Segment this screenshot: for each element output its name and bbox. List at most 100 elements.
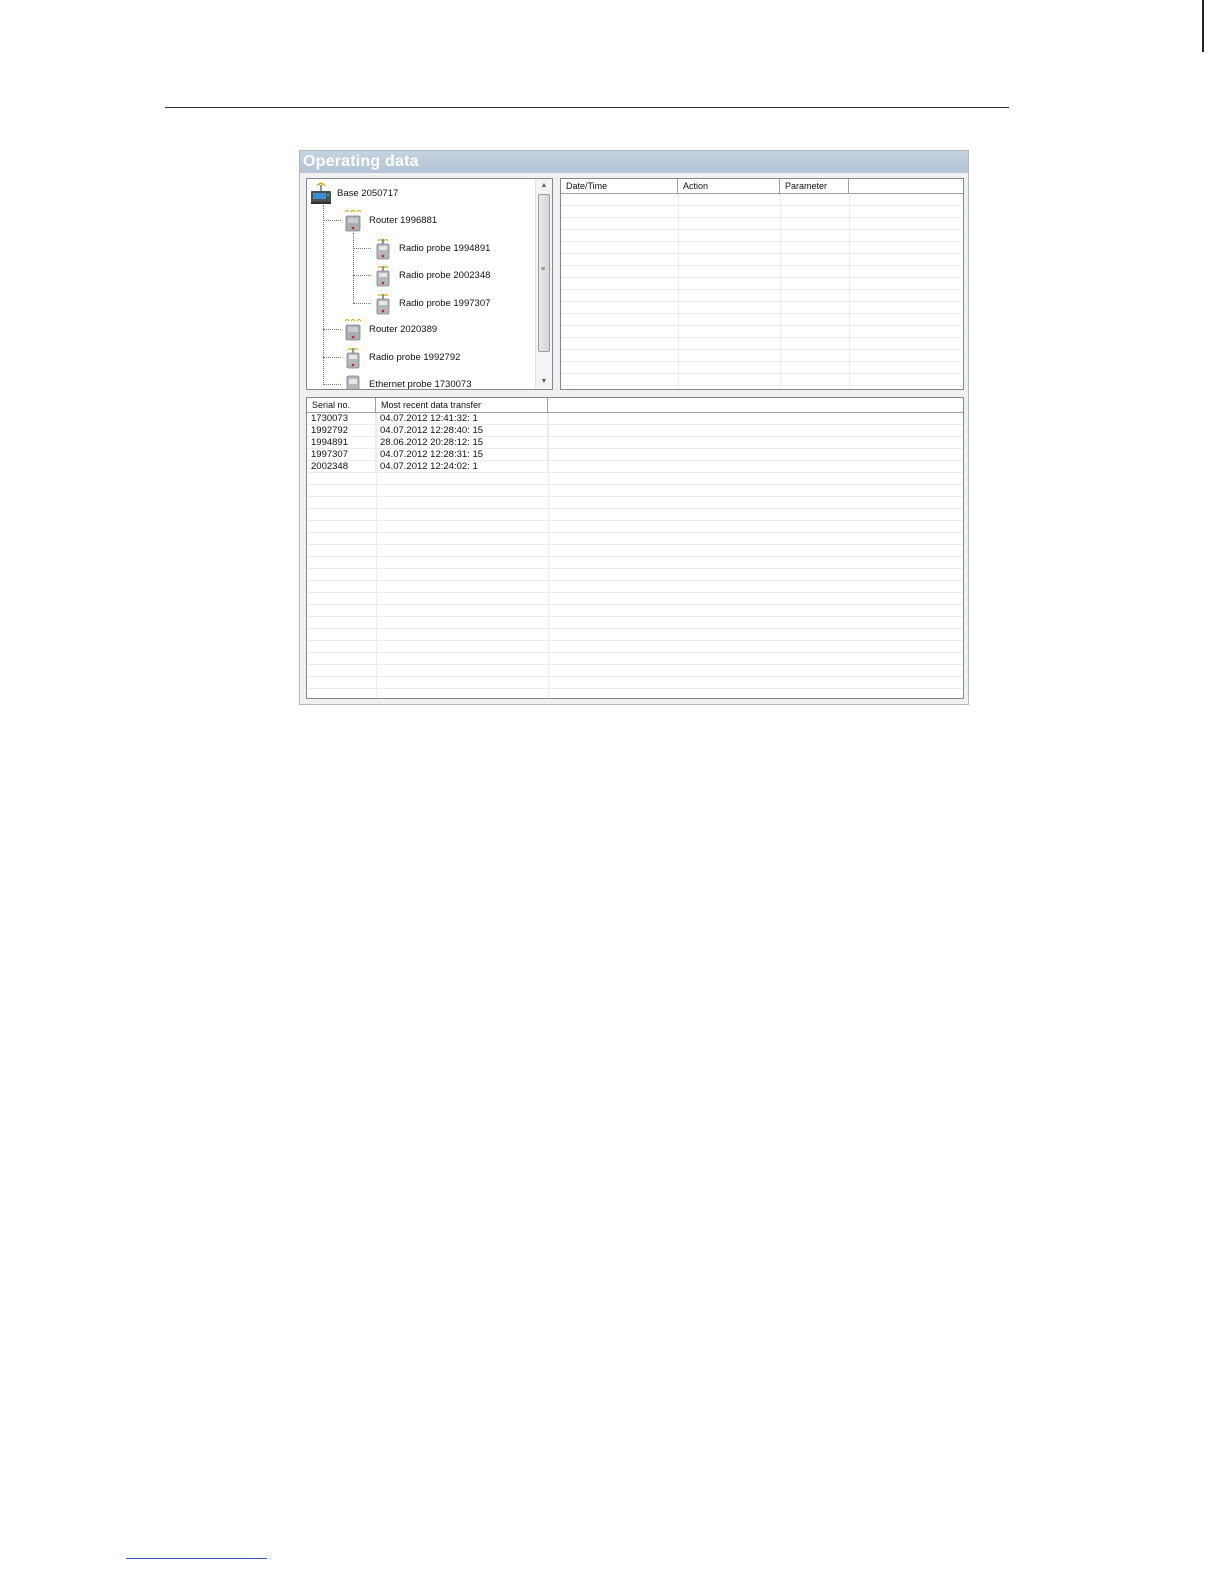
column-header-action[interactable]: Action — [678, 179, 780, 193]
table-row — [307, 617, 963, 629]
tree-item-radio-probe[interactable]: Radio probe 1994891 — [371, 236, 490, 260]
table-row — [307, 509, 963, 521]
operating-data-window: Operating data Base 2050717 Router 19968… — [299, 150, 969, 705]
tree-item-radio-probe[interactable]: Radio probe 1997307 — [371, 291, 490, 315]
events-table-header: Date/Time Action Parameter — [561, 179, 963, 194]
data-transfer-cell: 04.07.2012 12:24:02: 1 — [376, 461, 548, 472]
table-row — [307, 569, 963, 581]
tree-item-router[interactable]: Router 2020389 — [341, 317, 437, 341]
column-header-date-time[interactable]: Date/Time — [561, 179, 678, 193]
scroll-down-arrow-icon[interactable]: ▼ — [536, 375, 552, 389]
events-table-body — [561, 194, 963, 386]
table-row — [561, 218, 963, 230]
events-table: Date/Time Action Parameter — [560, 178, 964, 390]
table-row — [307, 605, 963, 617]
radio-probe-icon — [371, 291, 395, 315]
tree-connector — [353, 233, 354, 303]
data-transfer-cell: 04.07.2012 12:28:31: 15 — [376, 449, 548, 460]
tree-connector — [323, 205, 324, 385]
table-row[interactable]: 1997307 04.07.2012 12:28:31: 15 — [307, 449, 963, 461]
table-row — [307, 581, 963, 593]
base-station-icon — [309, 181, 333, 205]
column-header-serial-no[interactable]: Serial no. — [307, 398, 376, 412]
table-row — [561, 362, 963, 374]
table-row — [307, 677, 963, 689]
tree-item-label: Ethernet probe 1730073 — [369, 378, 472, 390]
tree-connector — [323, 329, 341, 330]
tree-item-label: Radio probe 1997307 — [399, 297, 491, 309]
table-row — [561, 278, 963, 290]
table-row — [307, 593, 963, 605]
table-row — [307, 521, 963, 533]
page-edge-mark — [1202, 0, 1204, 52]
table-row — [561, 350, 963, 362]
column-header-blank — [849, 179, 963, 193]
ethernet-probe-icon — [341, 372, 365, 389]
table-row[interactable]: 1730073 04.07.2012 12:41:32: 1 — [307, 413, 963, 425]
page-footer-link-rule — [126, 1558, 267, 1559]
table-row — [307, 497, 963, 509]
column-header-parameter[interactable]: Parameter — [780, 179, 849, 193]
data-transfer-cell: 04.07.2012 12:28:40: 15 — [376, 425, 548, 436]
column-header-blank — [548, 398, 963, 412]
tree-connector — [323, 384, 341, 385]
data-transfer-table-body: 1730073 04.07.2012 12:41:32: 1 1992792 04.0… — [307, 413, 963, 698]
tree-item-router[interactable]: Router 1996881 — [341, 208, 437, 232]
router-icon — [341, 317, 365, 341]
router-icon — [341, 208, 365, 232]
table-row — [307, 557, 963, 569]
table-row — [561, 266, 963, 278]
scroll-thumb[interactable]: ≡ — [538, 194, 550, 352]
tree-item-label: Radio probe 1994891 — [399, 242, 491, 254]
table-row — [307, 629, 963, 641]
table-row — [307, 641, 963, 653]
table-row[interactable]: 1992792 04.07.2012 12:28:40: 15 — [307, 425, 963, 437]
tree-item-radio-probe[interactable]: Radio probe 1992792 — [341, 345, 460, 369]
tree-item-radio-probe[interactable]: Radio probe 2002348 — [371, 263, 490, 287]
table-row — [561, 314, 963, 326]
serial-no-cell: 1730073 — [307, 413, 376, 424]
table-row — [561, 194, 963, 206]
tree-item-base[interactable]: Base 2050717 — [309, 181, 398, 205]
tree-scrollbar[interactable]: ▲ ≡ ▼ — [535, 179, 552, 389]
table-row — [307, 665, 963, 677]
data-transfer-table-header: Serial no. Most recent data transfer — [307, 398, 963, 413]
grip-icon: ≡ — [541, 266, 546, 273]
radio-probe-icon — [371, 263, 395, 287]
data-transfer-cell: 28.06.2012 20:28:12: 15 — [376, 437, 548, 448]
tree-item-ethernet-probe[interactable]: Ethernet probe 1730073 — [341, 372, 472, 390]
table-row — [307, 653, 963, 665]
table-row — [307, 533, 963, 545]
radio-probe-icon — [371, 236, 395, 260]
table-row — [561, 338, 963, 350]
tree-connector — [323, 220, 341, 221]
table-row — [561, 230, 963, 242]
data-transfer-table: Serial no. Most recent data transfer 173… — [306, 397, 964, 699]
serial-no-cell: 1997307 — [307, 449, 376, 460]
table-row — [561, 302, 963, 314]
table-row — [307, 689, 963, 698]
table-row — [561, 206, 963, 218]
tree-connector — [323, 357, 341, 358]
table-row[interactable]: 2002348 04.07.2012 12:24:02: 1 — [307, 461, 963, 473]
radio-probe-icon — [341, 345, 365, 369]
table-row[interactable]: 1994891 28.06.2012 20:28:12: 15 — [307, 437, 963, 449]
device-tree: Base 2050717 Router 1996881 Radio probe … — [306, 178, 553, 390]
page-header-rule — [165, 107, 1009, 108]
window-title: Operating data — [300, 151, 968, 173]
table-row — [561, 374, 963, 386]
table-row — [307, 485, 963, 497]
tree-connector — [353, 275, 371, 276]
device-tree-content: Base 2050717 Router 1996881 Radio probe … — [307, 179, 536, 389]
table-row — [307, 545, 963, 557]
column-header-most-recent-transfer[interactable]: Most recent data transfer — [376, 398, 548, 412]
serial-no-cell: 1994891 — [307, 437, 376, 448]
tree-item-label: Router 1996881 — [369, 214, 438, 226]
tree-item-label: Router 2020389 — [369, 323, 438, 335]
table-row — [561, 254, 963, 266]
tree-item-label: Radio probe 1992792 — [369, 351, 461, 363]
tree-connector — [353, 303, 371, 304]
data-transfer-cell: 04.07.2012 12:41:32: 1 — [376, 413, 548, 424]
scroll-up-arrow-icon[interactable]: ▲ — [536, 179, 552, 193]
table-row — [561, 290, 963, 302]
